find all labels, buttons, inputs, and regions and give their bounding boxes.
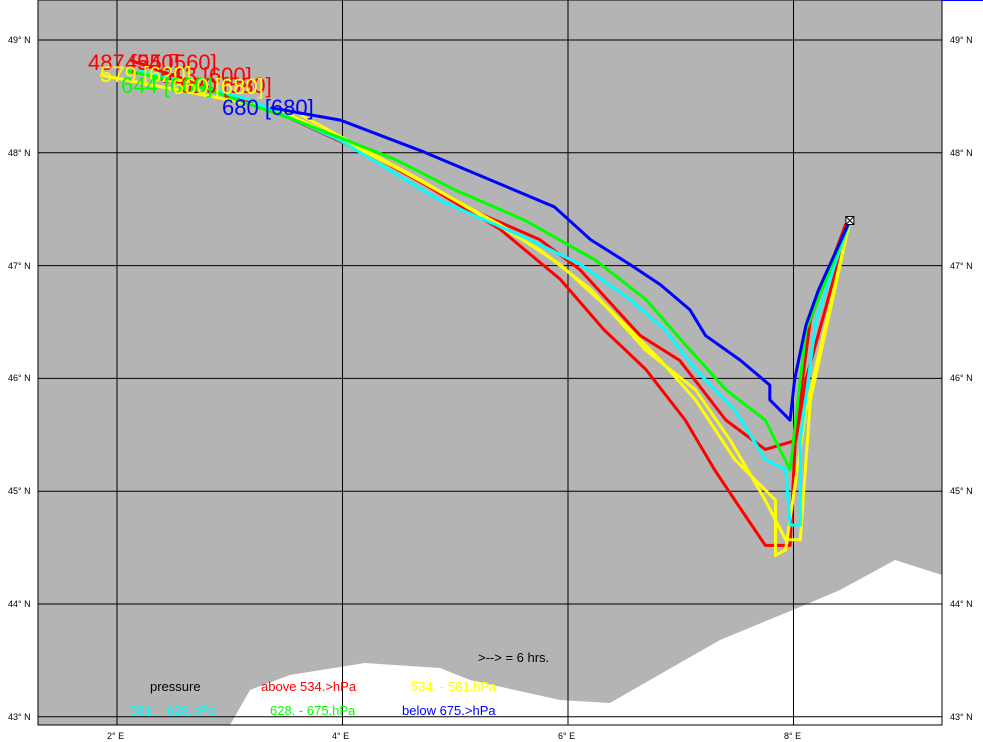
trajectory-label: 680 [680] (222, 95, 314, 120)
legend-cyan: 581. - 628.hPa (130, 703, 216, 718)
lat-label-left: 43° N (8, 712, 31, 722)
lat-label-left: 49° N (8, 35, 31, 45)
lat-label-right: 48° N (950, 148, 973, 158)
lat-label-right: 46° N (950, 373, 973, 383)
lon-label: 2° E (107, 731, 125, 741)
lat-label-right: 45° N (950, 486, 973, 496)
source-marker (845, 215, 855, 225)
lat-label-right: 44° N (950, 599, 973, 609)
lat-label-right: 49° N (950, 35, 973, 45)
lat-label-left: 44° N (8, 599, 31, 609)
legend-title: pressure (150, 679, 201, 694)
lat-label-left: 48° N (8, 148, 31, 158)
lat-label-left: 46° N (8, 373, 31, 383)
lon-label: 6° E (558, 731, 576, 741)
lon-label: 8° E (784, 731, 802, 741)
time-step-legend: >--> = 6 hrs. (478, 650, 550, 665)
lat-label-left: 45° N (8, 486, 31, 496)
legend-yellow: 534. - 581.hPa (411, 679, 497, 694)
lat-label-left: 47° N (8, 261, 31, 271)
legend-red: above 534.>hPa (261, 679, 357, 694)
legend-blue: below 675.>hPa (402, 703, 496, 718)
trajectory-map (37, 0, 983, 726)
lon-label: 4° E (332, 731, 350, 741)
lat-label-right: 47° N (950, 261, 973, 271)
lat-label-right: 43° N (950, 712, 973, 722)
legend-green: 628. - 675.hPa (270, 703, 356, 718)
